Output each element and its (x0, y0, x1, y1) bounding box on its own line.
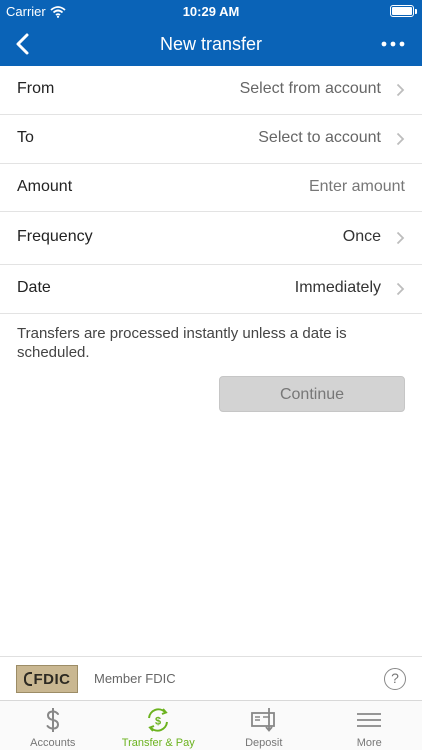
chevron-right-icon (396, 132, 405, 146)
continue-button[interactable]: Continue (219, 376, 405, 412)
member-fdic-text: Member FDIC (94, 671, 176, 686)
check-deposit-icon (250, 708, 275, 732)
frequency-value: Once (342, 228, 381, 245)
amount-input[interactable]: Enter amount (309, 178, 405, 196)
transfer-pay-icon: $ (148, 708, 169, 732)
chevron-right-icon (396, 83, 405, 97)
to-account-value: Select to account (258, 129, 381, 146)
tab-label: More (356, 737, 382, 749)
tab-bar: Accounts $ Transfer & Pay Deposit More (0, 700, 422, 750)
page-title: New transfer (159, 34, 263, 54)
transfer-form: From Select from account To Select to ac… (0, 66, 422, 314)
more-options-icon[interactable] (378, 32, 408, 56)
transfer-info-note: Transfers are processed instantly unless… (17, 325, 347, 361)
tab-label: Transfer & Pay (121, 737, 195, 749)
fdic-footer: FDIC Member FDIC ? (0, 656, 422, 700)
tab-more[interactable]: More (317, 701, 422, 750)
tab-accounts[interactable]: Accounts (0, 701, 106, 750)
tab-label: Accounts (30, 737, 76, 749)
from-account-value: Select from account (239, 80, 381, 97)
menu-icon (357, 713, 382, 727)
from-account-row[interactable]: From Select from account (0, 66, 422, 115)
amount-row[interactable]: Amount Enter amount (0, 164, 422, 212)
date-value: Immediately (294, 279, 381, 296)
tab-deposit[interactable]: Deposit (211, 701, 317, 750)
navigation-bar: New transfer (0, 22, 422, 66)
fdic-logo-text: FDIC (33, 670, 71, 688)
chevron-right-icon (396, 282, 405, 296)
to-account-row[interactable]: To Select to account (0, 115, 422, 164)
status-bar: Carrier 10:29 AM (0, 0, 422, 22)
to-label: To (17, 129, 34, 146)
svg-text:$: $ (155, 716, 161, 728)
battery-icon (390, 5, 417, 17)
tab-transfer-pay[interactable]: $ Transfer & Pay (106, 701, 212, 750)
from-label: From (17, 80, 55, 97)
date-label: Date (17, 279, 51, 296)
date-row[interactable]: Date Immediately (0, 265, 422, 314)
fdic-logo: FDIC (16, 665, 78, 693)
tab-label: Deposit (245, 737, 283, 749)
help-icon[interactable]: ? (384, 668, 406, 690)
dollar-icon (46, 708, 59, 732)
amount-label: Amount (17, 178, 73, 195)
clock: 10:29 AM (182, 4, 240, 19)
frequency-row[interactable]: Frequency Once (0, 212, 422, 265)
frequency-label: Frequency (17, 228, 93, 245)
chevron-right-icon (396, 231, 405, 245)
